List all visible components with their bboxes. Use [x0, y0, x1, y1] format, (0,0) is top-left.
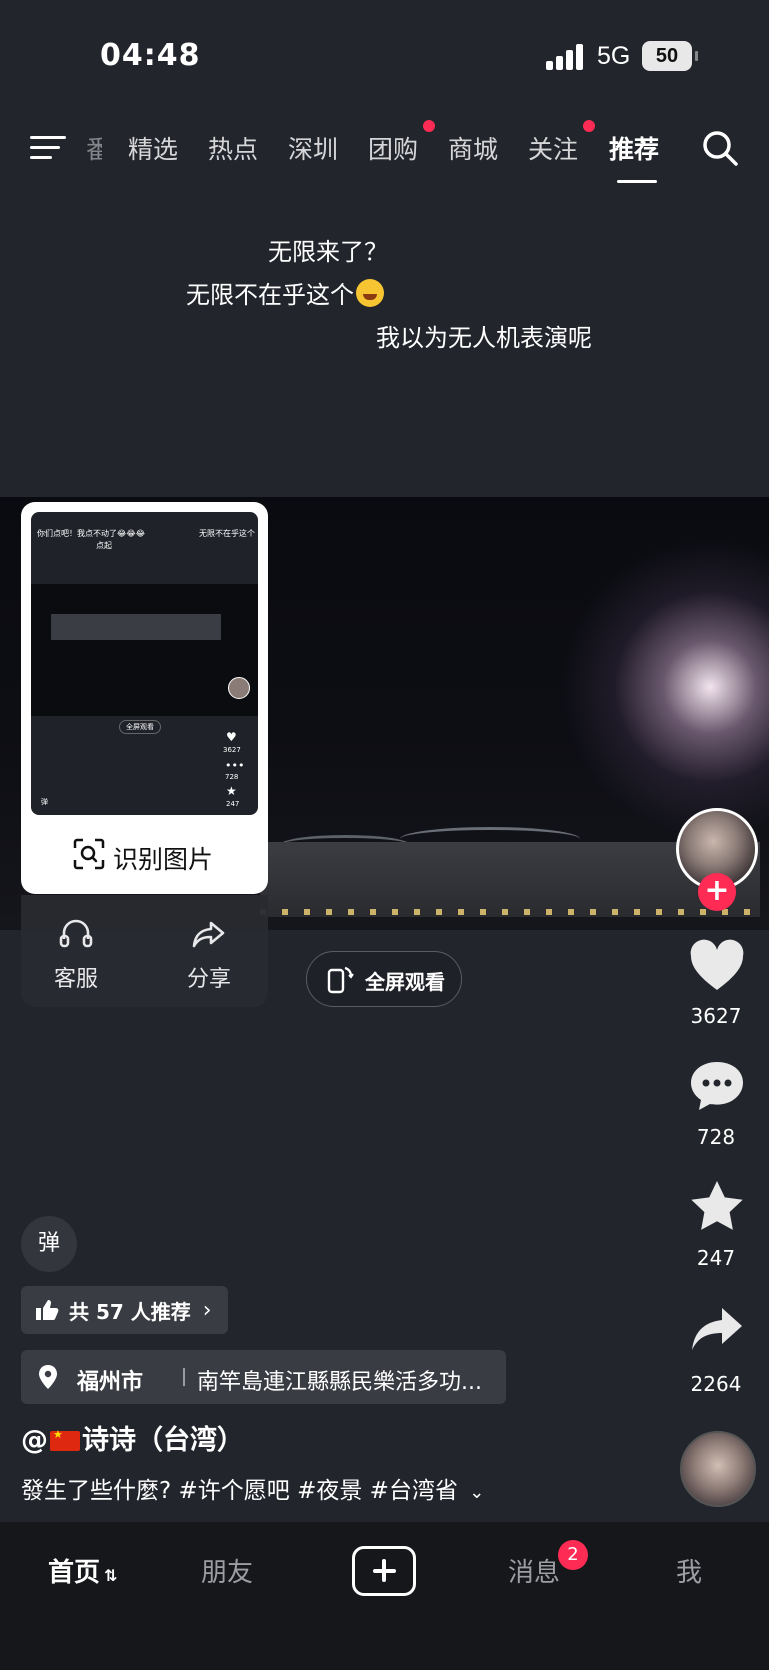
bottom-nav: 首页 ⇅ 朋友 消息 2 我 [0, 1522, 769, 1670]
thumb-danmu-toggle: 弹 [41, 798, 48, 806]
tab-mall[interactable]: 商城 [448, 130, 498, 166]
danmu-comment: 无限来了？ [268, 238, 388, 266]
fullscreen-button[interactable]: 全屏观看 [306, 951, 462, 1007]
tab-partial[interactable]: 番 [86, 130, 102, 166]
music-disc[interactable] [680, 1431, 756, 1507]
tab-following-dot [583, 120, 595, 132]
tab-group-buy[interactable]: 团购 [368, 130, 418, 166]
thumb-avatar [228, 677, 250, 699]
location-city: 福州市 [77, 1370, 144, 1395]
tab-following[interactable]: 关注 [528, 130, 578, 166]
status-bar: 04:48 5G 50 [0, 0, 769, 110]
menu-icon[interactable] [30, 132, 68, 162]
light-glare [560, 537, 769, 837]
author-name[interactable]: @ 诗诗（台湾） [21, 1418, 244, 1457]
thumb-comments: 728 [225, 773, 239, 781]
recognize-image-button[interactable]: 识别图片 [21, 832, 268, 882]
network-type: 5G [597, 42, 631, 70]
share-count: 2264 [690, 1372, 742, 1396]
create-post-button[interactable] [352, 1546, 416, 1596]
headset-icon [59, 919, 93, 948]
location-pin-icon [39, 1365, 57, 1389]
like-count: 3627 [690, 1004, 742, 1028]
recognize-image-label: 识别图片 [113, 845, 214, 874]
thumb-fullscreen: 全屏观看 [119, 720, 161, 734]
recommend-label: 共 57 人推荐 [69, 1299, 191, 1324]
customer-service-button[interactable]: 客服 [31, 919, 121, 993]
chevron-right-icon: › [202, 1297, 212, 1323]
thumb-danmu: 你们点吧！我点不动了😂😂😂 [37, 529, 146, 538]
battery-icon: 50 [642, 41, 698, 71]
location-divider [183, 1368, 185, 1386]
nav-friends[interactable]: 朋友 [201, 1552, 253, 1589]
thumbs-up-icon [36, 1300, 59, 1320]
location-pill[interactable]: 福州市 南竿島連江縣縣民樂活多功... [21, 1350, 506, 1404]
thumb-video [31, 584, 258, 716]
author-handle: 诗诗（台湾） [82, 1425, 244, 1456]
tab-featured[interactable]: 精选 [128, 130, 178, 166]
thumb-danmu: 点起 [96, 541, 112, 550]
expand-chevron-icon[interactable]: ⌄ [469, 1482, 484, 1503]
thumb-danmu: 无限不在乎这个 [199, 529, 255, 538]
image-scan-icon [73, 838, 105, 870]
thumb-star-icon: ★ [226, 784, 237, 798]
like-heart-icon[interactable] [688, 938, 746, 996]
tab-hot[interactable]: 热点 [208, 130, 258, 166]
image-preview-popup: 你们点吧！我点不动了😂😂😂 点起 无限不在乎这个 全屏观看 ♥ 3627 •••… [21, 502, 268, 894]
recommend-pill[interactable]: 共 57 人推荐 › [21, 1286, 228, 1334]
danmu-toggle-button[interactable]: 弹 [21, 1216, 77, 1272]
danmu-comment: 无限不在乎这个 [186, 275, 384, 310]
customer-service-label: 客服 [53, 967, 98, 992]
nav-me[interactable]: 我 [676, 1552, 702, 1589]
nav-home[interactable]: 首页 ⇅ [48, 1552, 117, 1589]
swap-icon: ⇅ [104, 1566, 118, 1585]
active-tab-indicator [617, 180, 657, 183]
nav-home-label: 首页 [48, 1558, 101, 1588]
fullscreen-label: 全屏观看 [365, 970, 445, 994]
follow-button[interactable]: + [698, 873, 736, 911]
top-nav: 番 精选 热点 深圳 团购 商城 关注 推荐 [0, 118, 769, 188]
video-caption[interactable]: 發生了些什麼? #许个愿吧 #夜景 #台湾省 ⌄ [21, 1471, 484, 1505]
tab-shenzhen[interactable]: 深圳 [288, 130, 338, 166]
thumb-favorites: 247 [226, 800, 240, 808]
thumb-likes: 3627 [223, 746, 241, 754]
status-time: 04:48 [100, 38, 201, 73]
favorite-count: 247 [696, 1246, 736, 1270]
messages-badge: 2 [558, 1540, 588, 1570]
share-icon[interactable] [688, 1302, 746, 1360]
thumb-comment-icon: ••• [225, 759, 245, 772]
share-label: 分享 [186, 967, 231, 992]
share-arrow-icon [192, 921, 225, 948]
favorite-star-icon[interactable] [688, 1178, 746, 1236]
china-flag-icon [50, 1428, 80, 1451]
danmu-comment-text: 无限不在乎这个 [186, 281, 354, 309]
search-icon[interactable] [700, 128, 740, 168]
author-prefix: @ [21, 1425, 48, 1456]
ground-lights [260, 909, 760, 915]
comment-icon[interactable] [688, 1058, 746, 1116]
popup-actions: 客服 分享 [21, 895, 268, 1007]
screenshot-thumbnail: 你们点吧！我点不动了😂😂😂 点起 无限不在乎这个 全屏观看 ♥ 3627 •••… [31, 512, 258, 815]
share-button[interactable]: 分享 [164, 919, 254, 993]
tab-group-buy-dot [423, 120, 435, 132]
laughing-emoji-icon [356, 279, 384, 307]
signal-icon [546, 44, 584, 70]
location-place: 南竿島連江縣縣民樂活多功... [197, 1370, 482, 1395]
tab-recommended[interactable]: 推荐 [609, 130, 659, 166]
thumb-building [51, 614, 221, 640]
caption-text: 發生了些什麼? #许个愿吧 #夜景 #台湾省 [21, 1478, 458, 1504]
thumb-heart-icon: ♥ [226, 730, 237, 744]
danmu-comment: 我以为无人机表演呢 [376, 324, 592, 352]
nav-messages[interactable]: 消息 [508, 1552, 560, 1589]
rotate-phone-icon [327, 966, 354, 994]
comment-count: 728 [696, 1125, 736, 1149]
